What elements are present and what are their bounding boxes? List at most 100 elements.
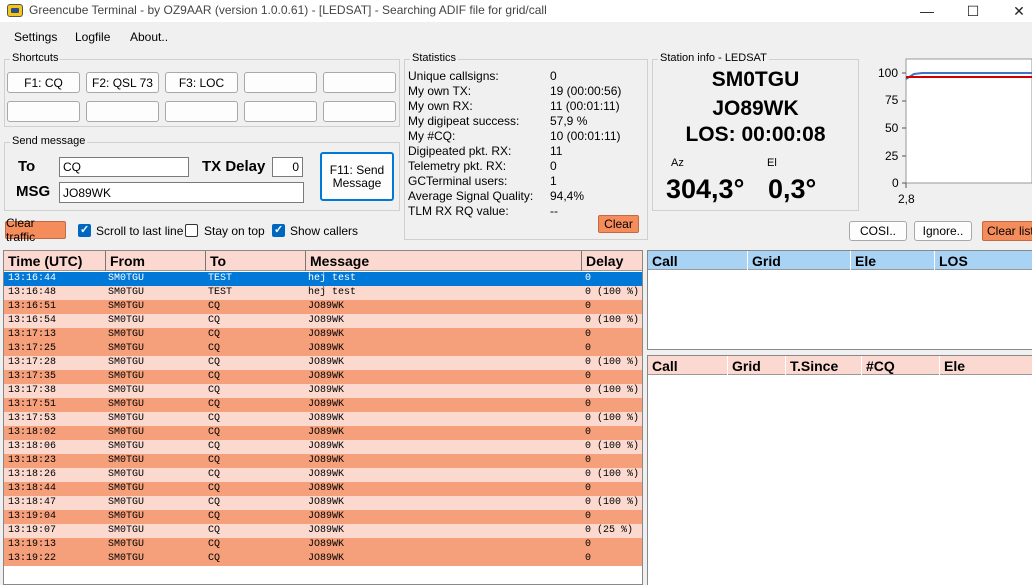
col-message[interactable]: Message: [306, 251, 582, 271]
close-button[interactable]: ✕: [996, 0, 1032, 22]
message-cell-msg: hej test: [308, 273, 357, 284]
message-row[interactable]: 13:18:23 SM0TGU CQ JO89WK 0: [4, 454, 642, 468]
message-cell-from: SM0TGU: [108, 497, 145, 508]
shortcut-f3-button[interactable]: F3: LOC: [165, 72, 238, 93]
message-row[interactable]: 13:18:06 SM0TGU CQ JO89WK 0 (100 %): [4, 440, 642, 454]
callers-table[interactable]: Call Grid Ele LOS: [647, 250, 1032, 350]
message-cell-msg: JO89WK: [308, 469, 345, 480]
message-cell-msg: JO89WK: [308, 483, 345, 494]
message-cell-time: 13:18:06: [8, 441, 57, 452]
menu-logfile[interactable]: Logfile: [75, 30, 110, 44]
scroll-to-last-checkbox[interactable]: [78, 223, 91, 237]
callers-header: Call Grid Ele LOS: [648, 251, 1032, 270]
shortcut-7-button[interactable]: [86, 101, 159, 122]
message-cell-delay: 0: [585, 455, 592, 466]
shortcut-4-button[interactable]: [244, 72, 317, 93]
message-row[interactable]: 13:16:51 SM0TGU CQ JO89WK 0: [4, 300, 642, 314]
message-cell-delay: 0: [585, 399, 592, 410]
message-cell-msg: JO89WK: [308, 301, 345, 312]
col-delay[interactable]: Delay: [582, 251, 642, 271]
send-message-title: Send message: [10, 135, 88, 147]
message-row[interactable]: 13:17:13 SM0TGU CQ JO89WK 0: [4, 328, 642, 342]
message-cell-from: SM0TGU: [108, 371, 145, 382]
message-cell-delay: 0 (25 %): [585, 525, 634, 536]
callers-col-grid[interactable]: Grid: [748, 251, 851, 270]
message-cell-delay: 0 (100 %): [585, 287, 640, 298]
callers-col-los[interactable]: LOS: [935, 251, 1032, 270]
shortcut-8-button[interactable]: [165, 101, 238, 122]
clear-lists-button[interactable]: Clear lists: [982, 221, 1032, 241]
message-cell-from: SM0TGU: [108, 287, 145, 298]
cq-table[interactable]: Call Grid T.Since #CQ Ele: [647, 355, 1032, 585]
message-row[interactable]: 13:19:22 SM0TGU CQ JO89WK 0: [4, 552, 642, 566]
message-cell-from: SM0TGU: [108, 385, 145, 396]
menu-settings[interactable]: Settings: [14, 30, 57, 44]
message-cell-time: 13:18:44: [8, 483, 57, 494]
show-callers-checkbox[interactable]: [272, 223, 285, 237]
message-cell-from: SM0TGU: [108, 539, 145, 550]
message-row[interactable]: 13:17:53 SM0TGU CQ JO89WK 0 (100 %): [4, 412, 642, 426]
callers-col-ele[interactable]: Ele: [851, 251, 935, 270]
message-row[interactable]: 13:18:47 SM0TGU CQ JO89WK 0 (100 %): [4, 496, 642, 510]
shortcut-f1-button[interactable]: F1: CQ: [7, 72, 80, 93]
stat-value: 94,4%: [550, 189, 585, 203]
message-row[interactable]: 13:17:25 SM0TGU CQ JO89WK 0: [4, 342, 642, 356]
msg-input[interactable]: JO89WK: [59, 182, 304, 203]
message-cell-time: 13:18:23: [8, 455, 57, 466]
maximize-button[interactable]: ☐: [950, 0, 996, 22]
message-row[interactable]: 13:17:51 SM0TGU CQ JO89WK 0: [4, 398, 642, 412]
message-row[interactable]: 13:16:44 SM0TGU TEST hej test 0: [4, 272, 642, 286]
message-cell-to: CQ: [208, 315, 221, 326]
stat-label: TLM RX RQ value:: [408, 204, 509, 218]
chart-plot: [902, 58, 1032, 188]
callers-col-call[interactable]: Call: [648, 251, 748, 270]
message-row[interactable]: 13:19:13 SM0TGU CQ JO89WK 0: [4, 538, 642, 552]
shortcut-9-button[interactable]: [244, 101, 317, 122]
send-message-button[interactable]: F11: Send Message: [320, 152, 394, 201]
to-input[interactable]: CQ: [59, 157, 189, 177]
message-cell-delay: 0 (100 %): [585, 385, 640, 396]
message-row[interactable]: 13:19:07 SM0TGU CQ JO89WK 0 (25 %): [4, 524, 642, 538]
col-from[interactable]: From: [106, 251, 206, 271]
message-row[interactable]: 13:18:02 SM0TGU CQ JO89WK 0: [4, 426, 642, 440]
tx-delay-input[interactable]: 0: [272, 157, 303, 177]
message-row[interactable]: 13:18:26 SM0TGU CQ JO89WK 0 (100 %): [4, 468, 642, 482]
shortcut-5-button[interactable]: [323, 72, 396, 93]
messages-table[interactable]: Time (UTC) From To Message Delay 13:16:4…: [3, 250, 643, 585]
shortcut-f2-button[interactable]: F2: QSL 73: [86, 72, 159, 93]
message-row[interactable]: 13:19:04 SM0TGU CQ JO89WK 0: [4, 510, 642, 524]
ignore-button[interactable]: Ignore..: [914, 221, 972, 241]
clear-traffic-button[interactable]: Clear traffic: [5, 216, 66, 244]
cq-col-grid[interactable]: Grid: [728, 356, 786, 375]
message-cell-delay: 0 (100 %): [585, 357, 640, 368]
cq-col-ele[interactable]: Ele: [940, 356, 1032, 375]
menu-about[interactable]: About..: [130, 30, 168, 44]
message-cell-to: CQ: [208, 413, 221, 424]
message-row[interactable]: 13:17:38 SM0TGU CQ JO89WK 0 (100 %): [4, 384, 642, 398]
station-callsign: SM0TGU: [711, 68, 800, 91]
cosi-button[interactable]: COSI..: [849, 221, 907, 241]
message-cell-msg: hej test: [308, 287, 357, 298]
msg-label: MSG: [16, 183, 51, 200]
shortcut-10-button[interactable]: [323, 101, 396, 122]
message-cell-msg: JO89WK: [308, 441, 345, 452]
message-cell-msg: JO89WK: [308, 455, 345, 466]
stay-on-top-checkbox[interactable]: [185, 224, 198, 237]
clear-stats-button[interactable]: Clear: [598, 215, 639, 233]
message-row[interactable]: 13:18:44 SM0TGU CQ JO89WK 0: [4, 482, 642, 496]
message-cell-to: TEST: [208, 273, 233, 284]
col-time[interactable]: Time (UTC): [4, 251, 106, 271]
cq-col-cqcount[interactable]: #CQ: [862, 356, 940, 375]
message-row[interactable]: 13:16:48 SM0TGU TEST hej test 0 (100 %): [4, 286, 642, 300]
cq-col-tsince[interactable]: T.Since: [786, 356, 862, 375]
minimize-button[interactable]: —: [904, 0, 950, 22]
col-to[interactable]: To: [206, 251, 306, 271]
message-cell-to: CQ: [208, 301, 221, 312]
message-cell-msg: JO89WK: [308, 399, 345, 410]
shortcut-6-button[interactable]: [7, 101, 80, 122]
cq-col-call[interactable]: Call: [648, 356, 728, 375]
message-row[interactable]: 13:17:28 SM0TGU CQ JO89WK 0 (100 %): [4, 356, 642, 370]
message-row[interactable]: 13:16:54 SM0TGU CQ JO89WK 0 (100 %): [4, 314, 642, 328]
statistics-title: Statistics: [410, 52, 459, 64]
message-row[interactable]: 13:17:35 SM0TGU CQ JO89WK 0: [4, 370, 642, 384]
